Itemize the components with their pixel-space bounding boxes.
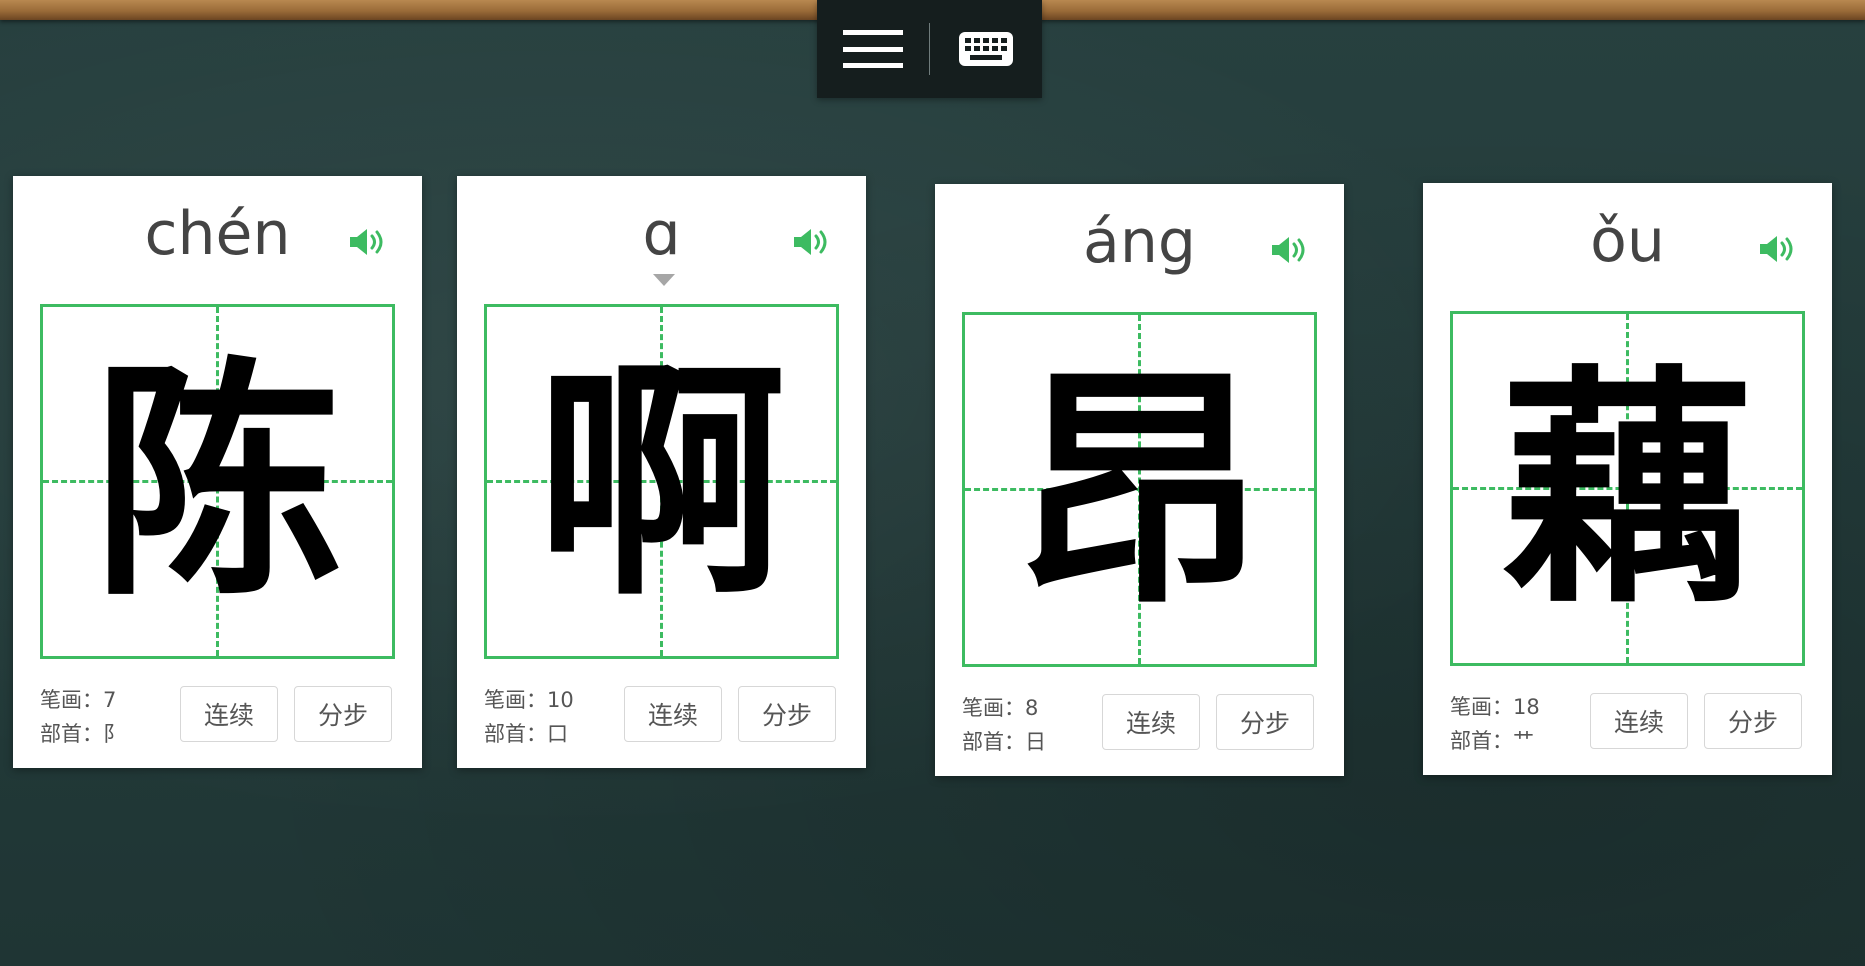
hanzi-character: 陈 [92,334,343,629]
speaker-button[interactable] [1270,234,1310,270]
stroke-count-value: 8 [1025,696,1039,720]
character-card-ang: áng 昂 笔画： 8 部首： 日 连续 分步 [935,184,1344,776]
character-grid: 陈 [40,304,395,659]
continuous-animation-button[interactable]: 连续 [180,686,278,742]
stroke-count-label: 笔画： [1450,695,1513,719]
step-animation-button[interactable]: 分步 [738,686,836,742]
character-card-ou: ǒu 藕 笔画： 18 部首： 艹 连续 分步 [1423,183,1832,775]
hamburger-menu-icon [842,30,903,68]
radical-label: 部首： [1450,729,1513,753]
stroke-count-label: 笔画： [484,688,547,712]
radical-label: 部首： [484,722,547,746]
step-animation-button[interactable]: 分步 [1704,693,1802,749]
radical-value: 口 [547,722,568,746]
radical-label: 部首： [962,730,1025,754]
hanzi-character: 藕 [1502,341,1753,636]
radical-value: 日 [1025,730,1046,754]
character-card-a: ɑ 啊 笔画： 10 部首： 口 连续 分步 [457,176,866,768]
radical: 部首： 日 [962,725,1046,759]
speaker-button[interactable] [348,226,388,262]
character-meta: 笔画： 7 部首： 阝 [40,683,124,751]
speaker-icon [1760,236,1793,262]
character-grid: 藕 [1450,311,1805,666]
pinyin-dropdown-arrow-icon[interactable] [653,274,675,286]
stroke-count-value: 18 [1513,695,1540,719]
character-grid: 昂 [962,312,1317,667]
character-meta: 笔画： 8 部首： 日 [962,691,1046,759]
radical: 部首： 艹 [1450,724,1540,758]
stroke-count-label: 笔画： [40,688,103,712]
radical: 部首： 口 [484,717,574,751]
stroke-count: 笔画： 18 [1450,690,1540,724]
character-grid: 啊 [484,304,839,659]
continuous-animation-button[interactable]: 连续 [624,686,722,742]
hanzi-character: 啊 [536,334,787,629]
radical-value: 阝 [103,722,124,746]
keyboard-icon [959,32,1014,66]
stroke-count: 笔画： 7 [40,683,124,717]
keyboard-button[interactable] [930,0,1042,98]
speaker-button[interactable] [792,226,832,262]
radical-label: 部首： [40,722,103,746]
step-animation-button[interactable]: 分步 [294,686,392,742]
menu-button[interactable] [817,0,929,98]
top-toolbar [817,0,1042,98]
stroke-count: 笔画： 8 [962,691,1046,725]
radical-value: 艹 [1513,729,1534,753]
hanzi-character: 昂 [1014,342,1265,637]
speaker-icon [1272,237,1305,263]
step-animation-button[interactable]: 分步 [1216,694,1314,750]
character-card-chen: chén 陈 笔画： 7 部首： 阝 连续 分步 [13,176,422,768]
stroke-count: 笔画： 10 [484,683,574,717]
speaker-icon [350,229,383,255]
character-meta: 笔画： 10 部首： 口 [484,683,574,751]
stroke-count-value: 7 [103,688,117,712]
stroke-count-value: 10 [547,688,574,712]
character-meta: 笔画： 18 部首： 艹 [1450,690,1540,758]
continuous-animation-button[interactable]: 连续 [1590,693,1688,749]
stroke-count-label: 笔画： [962,696,1025,720]
continuous-animation-button[interactable]: 连续 [1102,694,1200,750]
speaker-button[interactable] [1758,233,1798,269]
radical: 部首： 阝 [40,717,124,751]
speaker-icon [794,229,827,255]
